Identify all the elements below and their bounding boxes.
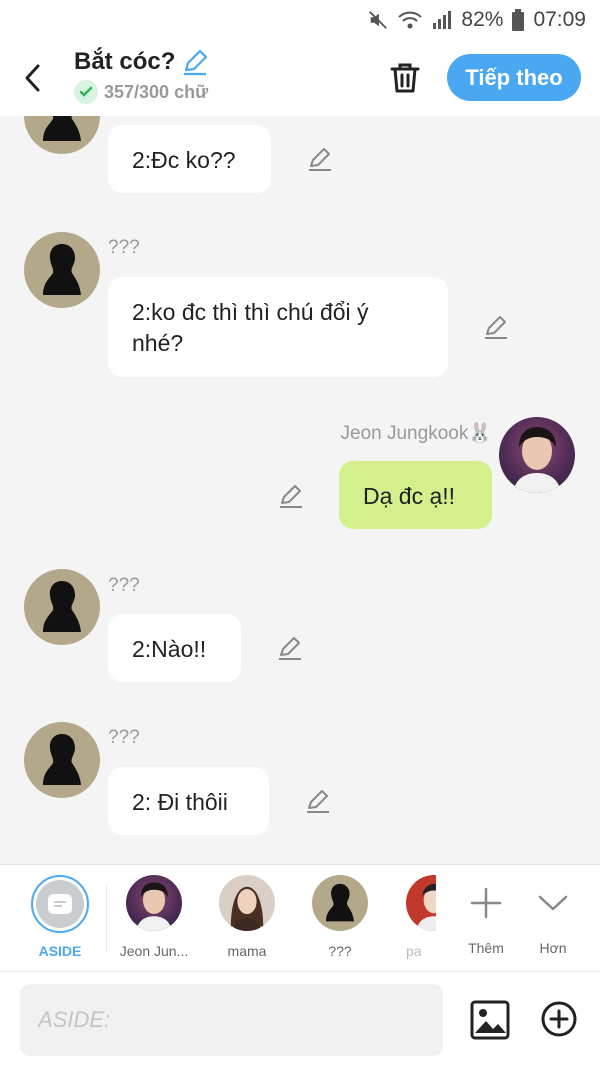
character-name: Jeon Jun... — [119, 943, 189, 959]
wifi-icon — [397, 9, 423, 31]
plus-icon — [470, 887, 502, 919]
character-pa[interactable]: pa — [406, 875, 436, 959]
sender-name: Jeon Jungkook🐰 — [340, 423, 492, 444]
add-circle-icon[interactable] — [540, 1000, 578, 1038]
avatar — [219, 875, 275, 931]
message-input[interactable] — [20, 984, 443, 1056]
status-bar: 82% 07:09 — [0, 0, 600, 40]
edit-icon[interactable] — [482, 313, 510, 341]
message-text: 2:Đc ko?? — [132, 147, 236, 173]
message-text: 2:Nào!! — [132, 636, 207, 662]
message-text: Dạ đc ạ!! — [363, 483, 456, 509]
message-bubble[interactable]: 2:ko đc thì thì chú đổi ý nhé? — [108, 277, 448, 377]
word-count-text: 357/300 chữ — [104, 81, 209, 102]
delete-button[interactable] — [388, 58, 422, 98]
character-jungkook[interactable]: Jeon Jun... — [114, 875, 194, 959]
edit-icon[interactable] — [304, 787, 332, 815]
avatar[interactable] — [24, 116, 100, 154]
chevron-down-icon — [538, 895, 568, 911]
character-aside[interactable]: ASIDE — [20, 875, 100, 959]
clock: 07:09 — [533, 8, 586, 31]
character-name: ASIDE — [38, 943, 82, 959]
story-title: Bắt cóc? — [74, 48, 176, 75]
character-name: ??? — [328, 943, 352, 959]
message-bubble[interactable]: 2:Đc ko?? — [108, 125, 271, 193]
character-name: pa — [406, 943, 422, 959]
avatar[interactable] — [499, 417, 575, 493]
character-mama[interactable]: mama — [207, 875, 287, 959]
edit-icon[interactable] — [306, 145, 334, 173]
sender-name: ??? — [108, 727, 140, 748]
trash-icon — [390, 63, 420, 93]
message-bubble[interactable]: 2:Nào!! — [108, 614, 241, 682]
avatar — [126, 875, 182, 931]
message-bubble[interactable]: Dạ đc ạ!! — [339, 461, 492, 529]
input-bar — [0, 971, 600, 1067]
battery-percent: 82% — [461, 8, 504, 31]
divider — [106, 885, 107, 953]
collapse-button[interactable]: Hơn — [513, 875, 593, 956]
narration-icon — [48, 894, 72, 914]
collapse-label: Hơn — [539, 940, 567, 956]
story-header: Bắt cóc? 357/300 chữ Tiếp theo — [0, 40, 600, 116]
mute-icon — [367, 9, 389, 31]
signal-icon — [431, 9, 453, 31]
message-text: 2: Đi thôii — [132, 789, 228, 815]
sender-name: ??? — [108, 575, 140, 596]
edit-icon[interactable] — [276, 634, 304, 662]
character-bar: ASIDE Jeon Jun... mama ??? pa Thêm Hơn — [0, 864, 600, 971]
chat-area[interactable]: 2:Đc ko?? ??? 2:ko đc thì thì chú đổi ý … — [0, 116, 600, 864]
edit-icon[interactable] — [277, 482, 305, 510]
word-counter: 357/300 chữ — [74, 80, 209, 104]
message-text: 2:ko đc thì thì chú đổi ý nhé? — [132, 299, 369, 356]
sender-name: ??? — [108, 237, 140, 258]
check-icon — [74, 80, 98, 104]
character-unknown[interactable]: ??? — [300, 875, 380, 959]
battery-icon — [511, 9, 525, 31]
chevron-left-icon — [25, 64, 40, 92]
message-bubble[interactable]: 2: Đi thôii — [108, 767, 269, 835]
aside-avatar — [31, 875, 89, 933]
image-icon[interactable] — [470, 1000, 510, 1040]
next-button[interactable]: Tiếp theo — [447, 54, 581, 101]
character-name: mama — [227, 943, 267, 959]
avatar[interactable] — [24, 722, 100, 798]
story-title-row[interactable]: Bắt cóc? — [74, 48, 209, 76]
avatar — [312, 875, 368, 931]
back-button[interactable] — [22, 58, 52, 98]
avatar[interactable] — [24, 569, 100, 645]
avatar[interactable] — [24, 232, 100, 308]
pencil-icon[interactable] — [181, 48, 209, 76]
avatar — [406, 875, 436, 931]
